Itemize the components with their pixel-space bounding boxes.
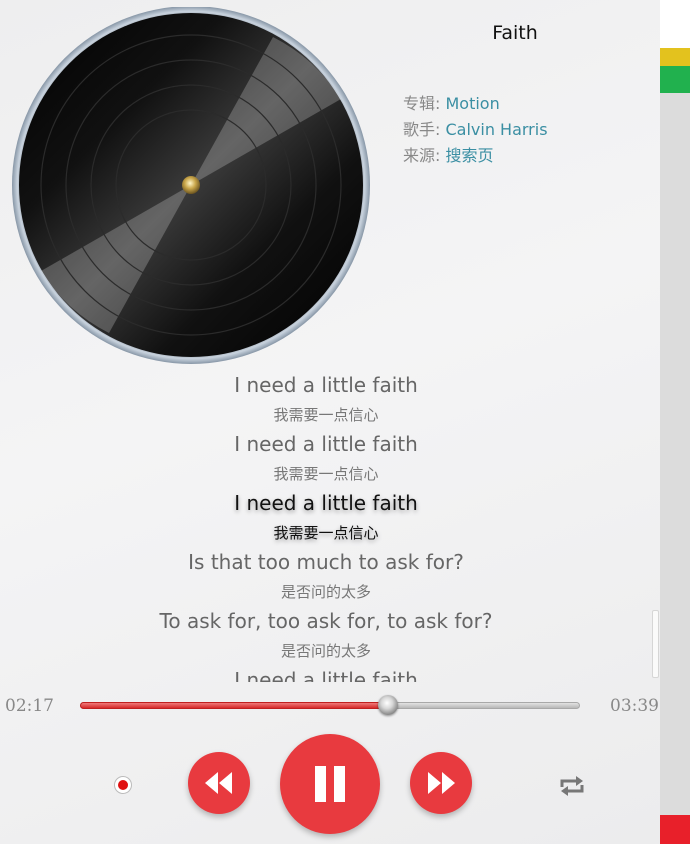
lyric-line-zh: 我需要一点信心 (273, 465, 379, 483)
artist-link[interactable]: Calvin Harris (445, 120, 547, 139)
lyrics-scrollbar[interactable] (652, 370, 660, 682)
rewind-icon (205, 772, 232, 794)
album-link[interactable]: Motion (445, 94, 499, 113)
lyric-line-current-zh: 我需要一点信心 (273, 524, 379, 542)
lyric-line-en: I need a little faith (234, 668, 418, 682)
lyric-line-zh: 是否问的太多 (280, 642, 371, 660)
progress-slider[interactable] (80, 695, 580, 715)
edge-segment (660, 48, 690, 66)
lyric-line-en: Is that too much to ask for? (188, 550, 464, 574)
lyrics-scroll-thumb[interactable] (652, 610, 659, 678)
current-time: 02:17 (5, 696, 54, 716)
lyric-line-en: I need a little faith (234, 432, 418, 456)
edge-segment (660, 66, 690, 93)
repeat-icon[interactable] (557, 773, 587, 803)
pause-icon (315, 766, 345, 802)
next-button[interactable] (410, 752, 472, 814)
album-row: 专辑: Motion (403, 90, 500, 114)
source-link[interactable]: 搜索页 (445, 146, 493, 165)
record-dot-icon[interactable] (114, 776, 132, 794)
album-label: 专辑: (403, 94, 446, 113)
window-edge-strip (660, 0, 690, 844)
player-panel: Faith 专辑: Motion 歌手: Calvin Harris 来源: 搜… (0, 0, 660, 844)
pause-button[interactable] (280, 734, 380, 834)
vinyl-disc (11, 7, 371, 367)
source-row: 来源: 搜索页 (403, 142, 494, 166)
lyric-line-current-en: I need a little faith (234, 491, 418, 515)
edge-segment (660, 815, 690, 844)
fast-forward-icon (428, 772, 455, 794)
edge-segment (660, 0, 690, 48)
lyric-line-zh: 我需要一点信心 (273, 406, 379, 424)
artist-label: 歌手: (403, 120, 446, 139)
lyric-line-zh: 是否问的太多 (280, 583, 371, 601)
artist-row: 歌手: Calvin Harris (403, 116, 548, 140)
lyric-line-en: I need a little faith (234, 373, 418, 397)
progress-fill (80, 702, 388, 709)
lyrics-panel[interactable]: I need a little faith 我需要一点信心 I need a l… (0, 370, 652, 682)
song-title: Faith (492, 22, 538, 44)
previous-button[interactable] (188, 752, 250, 814)
lyric-line-en: To ask for, too ask for, to ask for? (159, 609, 493, 633)
progress-handle[interactable] (377, 695, 398, 715)
total-time: 03:39 (610, 696, 659, 716)
source-label: 来源: (403, 146, 446, 165)
